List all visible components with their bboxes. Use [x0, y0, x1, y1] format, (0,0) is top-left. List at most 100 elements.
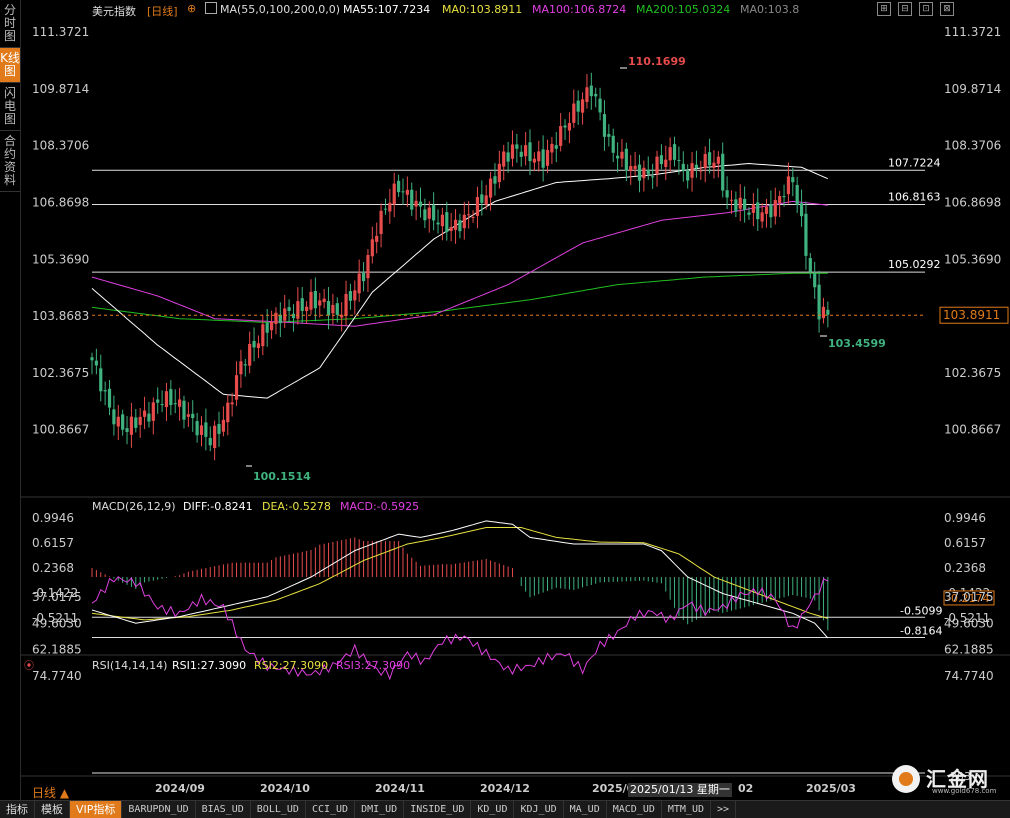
tab-bias[interactable]: BIAS_UD: [196, 801, 251, 818]
x-axis-label: 02: [738, 782, 753, 795]
candle-body: [103, 390, 107, 392]
candle-body: [445, 212, 449, 233]
candle-body: [440, 214, 444, 227]
candle-body: [462, 214, 466, 229]
candle-body: [169, 389, 173, 406]
candle-body: [651, 176, 655, 178]
candle-body: [655, 156, 659, 174]
tab-barupdn[interactable]: BARUPDN_UD: [122, 801, 196, 818]
candle-body: [278, 314, 282, 324]
candle-body: [738, 197, 742, 209]
close-icon[interactable]: ⊠: [940, 2, 954, 16]
tab-dmi[interactable]: DMI_UD: [355, 801, 405, 818]
x-axis-label: 2024/11: [375, 782, 425, 795]
candle-body: [213, 425, 217, 448]
candle-body: [633, 165, 637, 169]
tab-time-sharing[interactable]: 分时图: [0, 0, 20, 48]
candle-body: [488, 178, 493, 198]
price-tick-left: 106.8698: [32, 196, 89, 210]
macd-formula: MACD(26,12,9): [92, 500, 176, 513]
candle-body: [199, 425, 204, 435]
candle-body: [795, 184, 799, 205]
tab-kdj[interactable]: KDJ_UD: [514, 801, 564, 818]
candle-body: [90, 357, 94, 361]
candle-body: [147, 413, 151, 422]
candle-body: [99, 368, 103, 392]
gold678-logo: 汇金网 www.gold678.com: [892, 763, 1010, 797]
restore-icon[interactable]: ⊡: [919, 2, 933, 16]
tab-mtm[interactable]: MTM_UD: [662, 801, 711, 818]
candle-body: [480, 194, 484, 203]
candle-body: [357, 273, 361, 294]
candle-body: [300, 298, 304, 311]
price-tick-right: 102.3675: [944, 366, 1001, 380]
tab-flash-chart[interactable]: 闪电图: [0, 83, 20, 131]
candle-body: [817, 284, 821, 320]
tab-macd[interactable]: MACD_UD: [607, 801, 662, 818]
grid-layout-icon[interactable]: ⊞: [877, 2, 891, 16]
candle-body: [414, 200, 418, 207]
ma0b-value: MA0:103.8: [740, 3, 800, 16]
tab-inside[interactable]: INSIDE_UD: [404, 801, 472, 818]
tab-ma[interactable]: MA_UD: [564, 801, 607, 818]
ma-formula: MA(55,0,100,200,0,0): [220, 3, 341, 16]
price-tick-left: 111.3721: [32, 25, 89, 39]
candle-body: [493, 176, 497, 184]
candle-body: [173, 403, 177, 405]
candle-body: [497, 163, 501, 183]
tab-boll[interactable]: BOLL_UD: [251, 801, 306, 818]
candle-body: [510, 144, 515, 159]
tab-indicator[interactable]: 指标: [0, 801, 35, 818]
candle-body: [160, 404, 164, 406]
candle-body: [607, 134, 611, 137]
candle-body: [94, 360, 98, 366]
candle-body: [712, 162, 716, 168]
macd-tick-right: 0.2368: [944, 561, 986, 575]
candle-body: [379, 210, 383, 234]
candle-body: [524, 145, 528, 157]
candle-body: [418, 201, 423, 207]
crosshair-date-tooltip: 2025/01/13 星期一: [628, 783, 732, 797]
candle-body: [138, 416, 142, 425]
candle-body: [821, 306, 826, 319]
candle-body: [449, 226, 453, 231]
candle-body: [234, 375, 239, 400]
tab-kd[interactable]: KD_UD: [471, 801, 515, 818]
tab-more[interactable]: >>: [711, 801, 737, 818]
candle-body: [410, 189, 414, 210]
candle-body: [642, 167, 646, 179]
tab-contract-info[interactable]: 合约资料: [0, 131, 20, 192]
candle-body: [265, 322, 269, 333]
rsi-tick-right: 62.1885: [944, 643, 994, 657]
candle-body: [716, 156, 720, 164]
minimize-icon[interactable]: ⊟: [898, 2, 912, 16]
candle-body: [405, 189, 409, 195]
rsi-tick-left: 49.6030: [32, 616, 82, 630]
tab-template[interactable]: 模板: [35, 801, 70, 818]
settings-icon[interactable]: ⊕: [187, 2, 196, 15]
candle-body: [309, 291, 313, 310]
candle-body: [686, 169, 690, 181]
period-selector[interactable]: 日线 ▲: [32, 784, 69, 801]
candle-body: [532, 158, 536, 163]
rsi2-value: RSI2:27.3090: [254, 659, 329, 672]
candle-body: [519, 151, 523, 157]
candle-body: [326, 301, 331, 316]
left-tab-bar: 分时图 K线图 闪电图 合约资料: [0, 0, 21, 800]
candle-body: [388, 202, 392, 212]
candle-body: [361, 273, 366, 282]
candle-body: [392, 183, 396, 205]
current-price-value: 103.8911: [943, 308, 1000, 322]
tab-cci[interactable]: CCI_UD: [306, 801, 356, 818]
candle-body: [305, 306, 309, 312]
rsi1-value: RSI1:27.3090: [172, 659, 247, 672]
candle-body: [664, 159, 668, 167]
rsi-tick-right: 74.7740: [944, 669, 994, 683]
tab-kline[interactable]: K线图: [0, 48, 20, 83]
candle-body: [786, 176, 791, 195]
candle-body: [778, 196, 782, 204]
chart-area[interactable]: 111.3721 111.3721 109.8714 109.8714 108.3706…: [20, 0, 1010, 800]
tab-vip-indicator[interactable]: VIP指标: [70, 801, 123, 818]
candle-body: [791, 177, 795, 183]
candle-body: [629, 166, 633, 172]
